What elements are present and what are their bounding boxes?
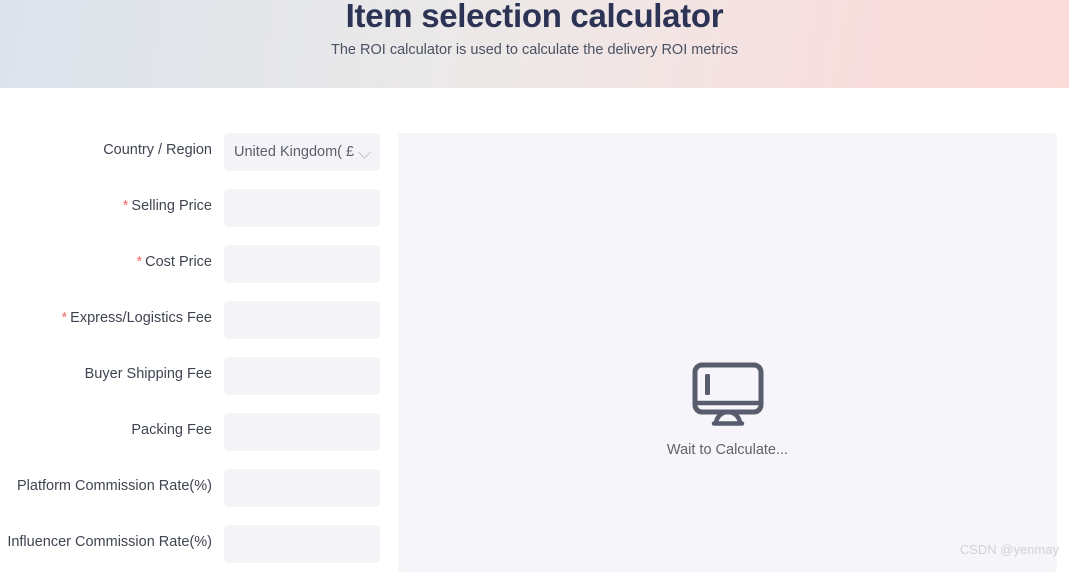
form-row-cost-price: * Cost Price <box>0 245 398 301</box>
calculator-form: Country / Region United Kingdom( £ * Sell… <box>0 133 398 572</box>
required-asterisk: * <box>122 198 129 214</box>
result-panel: Wait to Calculate... <box>398 133 1057 572</box>
country-select[interactable]: United Kingdom( £ <box>224 133 380 171</box>
roi-calculator-page: Item selection calculator The ROI calcul… <box>0 0 1069 572</box>
form-row-platform-commission-rate: Platform Commission Rate(%) <box>0 469 398 525</box>
label-buyer-shipping-fee-text: Buyer Shipping Fee <box>84 366 212 382</box>
chevron-down-icon <box>358 145 372 159</box>
cost-price-input[interactable] <box>224 245 380 283</box>
form-row-country: Country / Region United Kingdom( £ <box>0 133 398 189</box>
buyer-shipping-fee-input[interactable] <box>224 357 380 395</box>
label-packing-fee: Packing Fee <box>0 420 212 440</box>
label-influencer-commission-rate-text: Influencer Commission Rate(%) <box>7 534 212 550</box>
label-selling-price: * Selling Price <box>0 196 212 216</box>
selling-price-input[interactable] <box>224 189 380 227</box>
platform-commission-rate-input[interactable] <box>224 469 380 507</box>
required-asterisk: * <box>61 310 68 326</box>
label-platform-commission-rate-text: Platform Commission Rate(%) <box>17 478 212 494</box>
label-influencer-commission-rate: Influencer Commission Rate(%) <box>0 532 212 552</box>
label-cost-price: * Cost Price <box>0 252 212 272</box>
form-row-buyer-shipping-fee: Buyer Shipping Fee <box>0 357 398 413</box>
label-platform-commission-rate: Platform Commission Rate(%) <box>0 476 212 496</box>
form-row-selling-price: * Selling Price <box>0 189 398 245</box>
page-title: Item selection calculator <box>345 0 724 34</box>
page-subtitle: The ROI calculator is used to calculate … <box>331 42 738 58</box>
label-packing-fee-text: Packing Fee <box>131 422 212 438</box>
label-selling-price-text: Selling Price <box>131 198 212 214</box>
page-header: Item selection calculator The ROI calcul… <box>0 0 1069 88</box>
express-logistics-fee-input[interactable] <box>224 301 380 339</box>
packing-fee-input[interactable] <box>224 413 380 451</box>
influencer-commission-rate-input[interactable] <box>224 525 380 563</box>
result-empty-state: Wait to Calculate... <box>398 362 1057 460</box>
label-express-logistics-fee: * Express/Logistics Fee <box>0 308 213 328</box>
label-country-text: Country / Region <box>103 142 212 158</box>
monitor-icon <box>692 362 763 426</box>
result-empty-text: Wait to Calculate... <box>666 442 789 458</box>
form-row-influencer-commission-rate: Influencer Commission Rate(%) <box>0 525 398 572</box>
label-cost-price-text: Cost Price <box>145 254 212 270</box>
form-row-express-logistics-fee: * Express/Logistics Fee <box>0 301 398 357</box>
label-express-logistics-fee-text: Express/Logistics Fee <box>70 310 212 326</box>
country-select-value: United Kingdom( £ <box>234 144 355 160</box>
form-row-packing-fee: Packing Fee <box>0 413 398 469</box>
required-asterisk: * <box>136 254 143 270</box>
label-country: Country / Region <box>0 140 212 160</box>
page-body: Country / Region United Kingdom( £ * Sell… <box>0 88 1069 572</box>
label-buyer-shipping-fee: Buyer Shipping Fee <box>0 364 212 384</box>
